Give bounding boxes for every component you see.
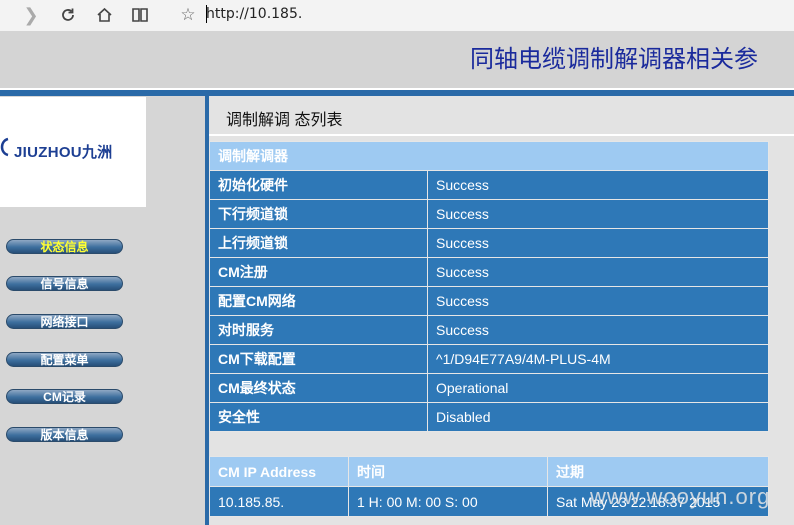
nav-cm-log[interactable]: CM记录	[6, 389, 123, 404]
home-icon[interactable]	[91, 3, 117, 27]
status-table-title: 调制解调器	[209, 141, 769, 171]
ip-header-time: 时间	[348, 456, 548, 487]
ip-header-expire: 过期	[547, 456, 769, 487]
status-value: ^1/D94E77A9/4M-PLUS-4M	[427, 344, 769, 374]
status-key: 初始化硬件	[209, 170, 428, 200]
status-key: CM最终状态	[209, 373, 428, 403]
browser-toolbar: ❯ ☆ http://10.185.	[0, 0, 794, 32]
table-row: 下行频道锁 Success	[209, 199, 769, 229]
status-table: 调制解调器 初始化硬件 Success 下行频道锁 Success 上行频道锁 …	[209, 141, 769, 432]
status-key: 安全性	[209, 402, 428, 432]
status-value: Success	[427, 315, 769, 345]
favorite-icon[interactable]: ☆	[175, 3, 201, 27]
company-logo: JIUZHOU九洲	[14, 144, 113, 161]
lease-time: 1 H: 00 M: 00 S: 00	[348, 486, 548, 517]
status-key: 下行频道锁	[209, 199, 428, 229]
ip-header-address: CM IP Address	[209, 456, 349, 487]
watermark: www.wooyun.org	[590, 484, 771, 509]
nav-config-menu[interactable]: 配置菜单	[6, 352, 123, 367]
nav-network-interface[interactable]: 网络接口	[6, 314, 123, 329]
status-value: Disabled	[427, 402, 769, 432]
table-row: 配置CM网络 Success	[209, 286, 769, 316]
nav-version-info[interactable]: 版本信息	[6, 427, 123, 442]
section-heading: 调制解调 态列表	[226, 112, 343, 129]
page-title: 同轴电缆调制解调器相关参	[470, 45, 758, 73]
status-key: 上行频道锁	[209, 228, 428, 258]
status-key: 对时服务	[209, 315, 428, 345]
table-row: 对时服务 Success	[209, 315, 769, 345]
table-row: CM下载配置 ^1/D94E77A9/4M-PLUS-4M	[209, 344, 769, 374]
logo-box: JIUZHOU九洲	[0, 97, 146, 207]
status-key: CM注册	[209, 257, 428, 287]
table-row: 安全性 Disabled	[209, 402, 769, 432]
status-value: Success	[427, 199, 769, 229]
status-value: Success	[427, 170, 769, 200]
status-value: Operational	[427, 373, 769, 403]
status-table-header: 调制解调器	[209, 141, 769, 171]
table-row: 初始化硬件 Success	[209, 170, 769, 200]
status-value: Success	[427, 257, 769, 287]
table-row: CM注册 Success	[209, 257, 769, 287]
status-key: CM下载配置	[209, 344, 428, 374]
status-key: 配置CM网络	[209, 286, 428, 316]
logo-swirl-icon	[0, 137, 9, 157]
address-bar[interactable]: http://10.185.	[206, 6, 302, 22]
reader-icon[interactable]	[127, 3, 153, 27]
refresh-icon[interactable]	[55, 3, 81, 27]
nav-signal-info[interactable]: 信号信息	[6, 276, 123, 291]
status-value: Success	[427, 286, 769, 316]
heading-rule	[209, 134, 794, 136]
table-row: CM最终状态 Operational	[209, 373, 769, 403]
nav-status-info[interactable]: 状态信息	[6, 239, 123, 254]
ip-address: 10.185.85.	[209, 486, 349, 517]
forward-icon[interactable]: ❯	[18, 3, 44, 27]
table-row: 上行频道锁 Success	[209, 228, 769, 258]
ip-table-header: CM IP Address 时间 过期	[209, 456, 769, 487]
status-value: Success	[427, 228, 769, 258]
